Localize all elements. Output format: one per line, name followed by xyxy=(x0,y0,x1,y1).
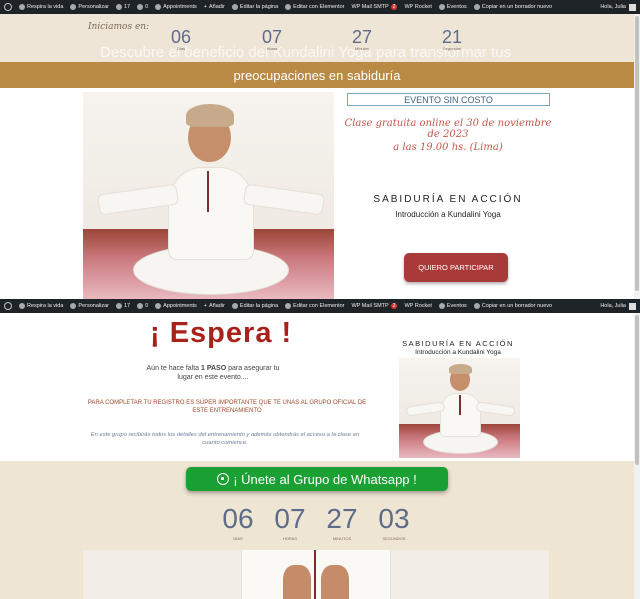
admin-item-elementor[interactable]: Editar con Elementor xyxy=(285,303,345,309)
admin-item-comments[interactable]: 0 xyxy=(137,303,148,309)
avatar xyxy=(629,302,636,310)
admin-item-smtp[interactable]: WP Mail SMTP 2 xyxy=(352,303,398,309)
avatar xyxy=(629,3,636,11)
plus-icon: + xyxy=(203,4,208,10)
scrollbar-thumb[interactable] xyxy=(635,16,639,291)
home-icon xyxy=(19,4,25,10)
admin-item-elementor[interactable]: Editar con Elementor xyxy=(285,4,345,10)
admin-item-edit-page[interactable]: Editar la página xyxy=(231,4,278,10)
admin-item-customize[interactable]: Personalizar xyxy=(70,4,109,10)
countdown-minutes: 27 MINUTOS xyxy=(326,503,358,542)
whatsapp-icon xyxy=(217,473,230,485)
admin-item-copy-draft[interactable]: Copiar en un borrador nuevo xyxy=(473,303,552,309)
admin-item-events[interactable]: Eventos xyxy=(438,303,467,309)
admin-item-edit-page[interactable]: Editar la página xyxy=(231,303,278,309)
refresh-icon xyxy=(115,4,122,10)
band-title: preocupaciones en sabiduría xyxy=(233,67,401,83)
class-time: a las 19.00 hs. (Lima) xyxy=(393,142,503,153)
top-screenshot: Respira la vida Personalizar 17 0 Appoin… xyxy=(0,0,640,299)
hands-photo xyxy=(83,550,549,599)
calendar-icon xyxy=(438,303,445,309)
admin-item-updates[interactable]: 17 xyxy=(115,303,130,309)
scrollbar[interactable] xyxy=(634,14,640,299)
admin-item-rocket[interactable]: WP Rocket xyxy=(404,4,431,10)
brush-icon xyxy=(70,4,77,10)
countdown-days: 06 DÍAS xyxy=(222,503,254,542)
wordpress-logo-icon[interactable] xyxy=(4,3,12,11)
notification-badge: 2 xyxy=(390,4,398,10)
countdown-hours: 07 Horas xyxy=(261,27,283,51)
calendar-icon xyxy=(438,4,445,10)
countdown-minutes: 27 Minutos xyxy=(351,27,373,51)
notification-badge: 2 xyxy=(390,303,398,309)
start-label: Iniciamos en: xyxy=(88,22,150,32)
yoga-photo xyxy=(83,92,334,299)
admin-item-site[interactable]: Respira la vida xyxy=(19,4,63,10)
class-date: Clase gratuita online el 30 de noviembre… xyxy=(344,118,552,140)
countdown-days: 06 Días xyxy=(170,27,192,51)
elementor-icon xyxy=(285,303,292,309)
missing-step-text: Aún te hace falta 1 PASO para asegurar t… xyxy=(146,365,280,381)
copy-icon xyxy=(473,4,480,10)
important-notice: PARA COMPLETAR TU REGISTRO ES SÚPER IMPO… xyxy=(87,400,367,414)
admin-bar: Respira la vida Personalizar 17 0 Appoin… xyxy=(0,299,640,313)
admin-item-appointments[interactable]: Appointments xyxy=(155,4,197,10)
scrollbar-thumb[interactable] xyxy=(635,315,639,465)
admin-item-comments[interactable]: 0 xyxy=(137,4,148,10)
admin-item-site[interactable]: Respira la vida xyxy=(19,303,63,309)
plus-icon: + xyxy=(203,303,208,309)
admin-item-updates[interactable]: 17 xyxy=(115,4,130,10)
admin-item-rocket[interactable]: WP Rocket xyxy=(404,303,431,309)
pencil-icon xyxy=(231,303,238,309)
admin-item-smtp[interactable]: WP Mail SMTP 2 xyxy=(352,4,398,10)
brush-icon xyxy=(70,303,77,309)
refresh-icon xyxy=(115,303,122,309)
comment-icon xyxy=(137,303,144,309)
bottom-screenshot: Respira la vida Personalizar 17 0 Appoin… xyxy=(0,299,640,599)
wait-heading: ¡ Espera ! xyxy=(150,317,293,349)
brand-subtitle: Introducción a Kundalini Yoga xyxy=(415,349,501,356)
brand-subtitle: Introducción a Kundalini Yoga xyxy=(395,210,501,219)
yoga-photo-small xyxy=(399,358,520,458)
comment-icon xyxy=(137,4,144,10)
admin-item-appointments[interactable]: Appointments xyxy=(155,303,197,309)
elementor-icon xyxy=(285,4,292,10)
brand-title: SABIDURÍA EN ACCIÓN xyxy=(402,339,514,348)
admin-item-new[interactable]: + Añadir xyxy=(204,303,225,309)
whatsapp-group-button[interactable]: ¡ Únete al Grupo de Whatsapp ! xyxy=(186,467,448,491)
calendar-icon xyxy=(155,303,162,309)
admin-item-new[interactable]: + Añadir xyxy=(204,4,225,10)
group-note: En este grupo recibirás todos los detall… xyxy=(90,432,360,446)
countdown-seconds: 03 SEGUNDOS xyxy=(378,503,410,542)
admin-account[interactable]: Hola, Julia xyxy=(600,3,636,11)
admin-bar: Respira la vida Personalizar 17 0 Appoin… xyxy=(0,0,640,14)
pencil-icon xyxy=(231,4,238,10)
wordpress-logo-icon[interactable] xyxy=(4,302,12,310)
home-icon xyxy=(19,303,25,309)
admin-account[interactable]: Hola, Julia xyxy=(600,302,636,310)
scrollbar[interactable] xyxy=(634,313,640,599)
copy-icon xyxy=(473,303,480,309)
admin-item-events[interactable]: Eventos xyxy=(438,4,467,10)
participate-button[interactable]: QUIERO PARTICIPAR xyxy=(404,253,508,282)
countdown-seconds: 21 Segundos xyxy=(441,27,463,51)
brand-title: SABIDURÍA EN ACCIÓN xyxy=(373,194,523,205)
admin-item-customize[interactable]: Personalizar xyxy=(70,303,109,309)
countdown-hours: 07 HORAS xyxy=(274,503,306,542)
event-badge: EVENTO SIN COSTO xyxy=(347,93,550,106)
calendar-icon xyxy=(155,4,162,10)
title-band: preocupaciones en sabiduría xyxy=(0,62,634,88)
admin-item-copy-draft[interactable]: Copiar en un borrador nuevo xyxy=(473,4,552,10)
